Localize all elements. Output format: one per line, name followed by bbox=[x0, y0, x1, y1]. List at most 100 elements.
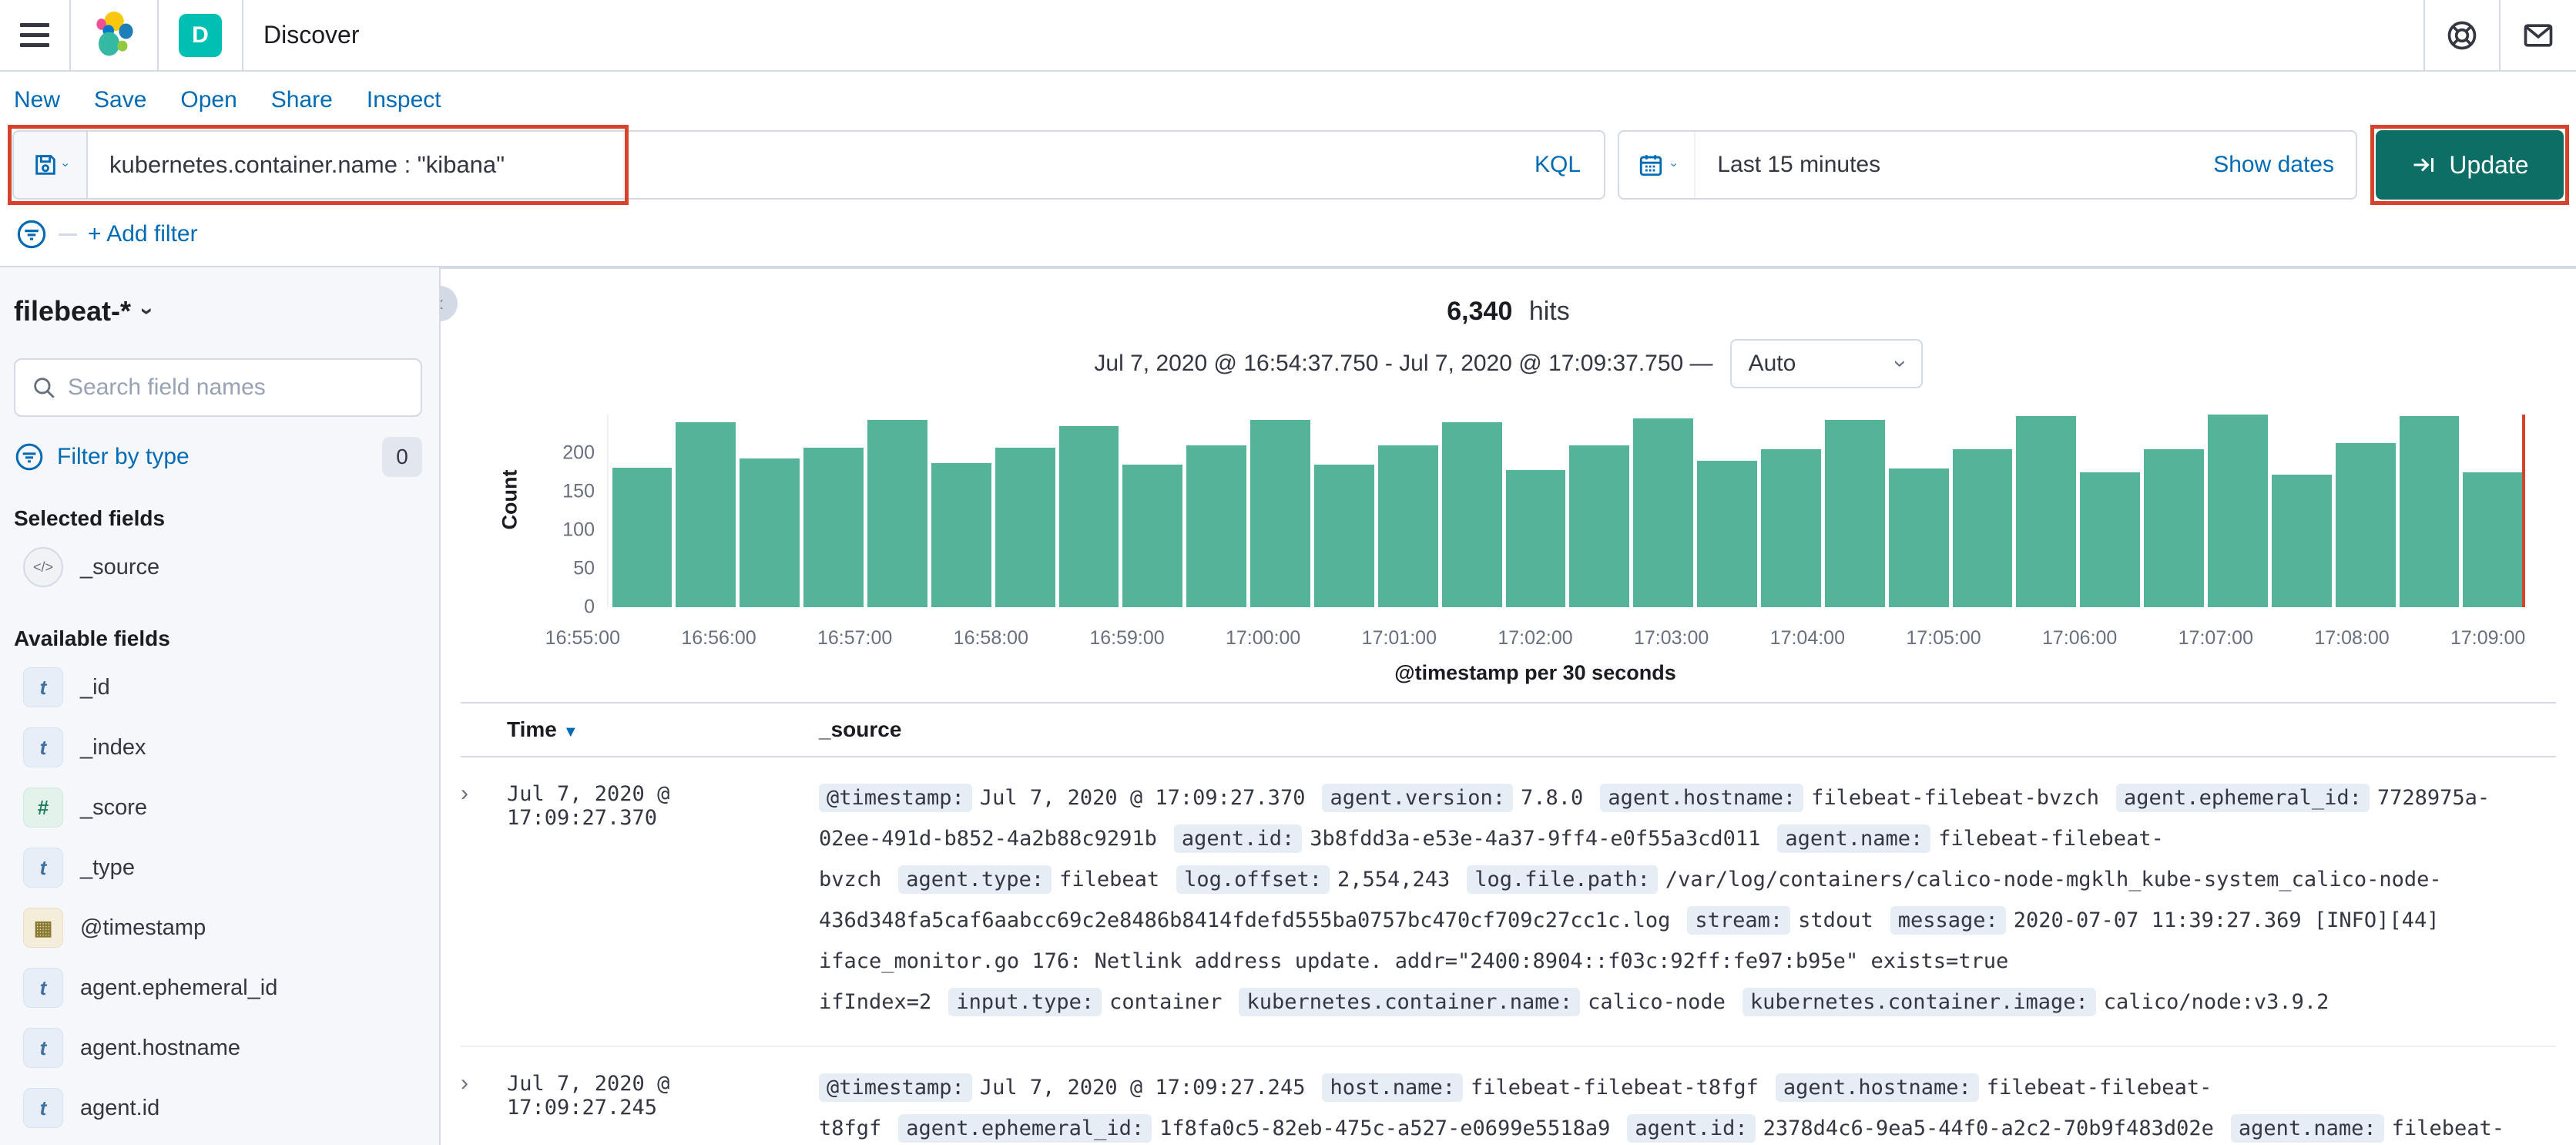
histogram-bar[interactable] bbox=[2016, 416, 2077, 607]
show-dates-button[interactable]: Show dates bbox=[2192, 152, 2356, 178]
field-pill[interactable]: agent.hostname: bbox=[1775, 1073, 1979, 1102]
field-pill[interactable]: stream: bbox=[1687, 906, 1791, 935]
field-pill[interactable]: agent.name: bbox=[2230, 1114, 2384, 1143]
histogram-bar[interactable] bbox=[1441, 422, 1502, 607]
filter-bar: + Add filter bbox=[12, 200, 2564, 252]
histogram-bar[interactable] bbox=[2399, 416, 2460, 607]
histogram-bar[interactable] bbox=[1760, 449, 1821, 607]
histogram-bar[interactable] bbox=[1186, 445, 1247, 607]
histogram-bar[interactable] bbox=[676, 422, 736, 607]
field-name: _id bbox=[80, 674, 110, 700]
histogram-bar[interactable] bbox=[1633, 418, 1694, 607]
filter-by-type-button[interactable]: Filter by type bbox=[57, 444, 370, 470]
date-picker-calendar-button[interactable]: › bbox=[1619, 132, 1696, 198]
histogram-bar[interactable] bbox=[1058, 426, 1119, 607]
field-pill[interactable]: agent.type: bbox=[898, 865, 1052, 894]
expand-row-icon[interactable]: › bbox=[461, 1067, 507, 1096]
histogram-bar[interactable] bbox=[1888, 468, 1949, 607]
field-pill[interactable]: agent.id: bbox=[1173, 824, 1303, 853]
histogram-bar[interactable] bbox=[1569, 445, 1630, 607]
field-item-_index[interactable]: t _index bbox=[14, 717, 422, 777]
add-filter-button[interactable]: + Add filter bbox=[88, 221, 198, 247]
field-item-@timestamp[interactable]: ▦ @timestamp bbox=[14, 898, 422, 958]
field-pill[interactable]: @timestamp: bbox=[819, 784, 972, 812]
histogram-plot[interactable] bbox=[607, 415, 2525, 607]
app-badge[interactable]: D bbox=[179, 13, 222, 57]
field-pill[interactable]: @timestamp: bbox=[819, 1073, 972, 1102]
histogram-bar[interactable] bbox=[612, 468, 673, 607]
histogram-bar[interactable] bbox=[2080, 472, 2141, 607]
index-pattern-selector[interactable]: filebeat-* › bbox=[14, 295, 422, 327]
nav-open[interactable]: Open bbox=[180, 87, 236, 113]
newsfeed-button[interactable] bbox=[2501, 0, 2576, 70]
field-pill[interactable]: agent.name: bbox=[1777, 824, 1931, 853]
histogram-bar[interactable] bbox=[867, 420, 927, 607]
y-tick-label: 50 bbox=[573, 557, 595, 579]
update-button[interactable]: Update bbox=[2376, 130, 2564, 200]
histogram-bar[interactable] bbox=[2271, 475, 2332, 607]
x-tick-label: 17:02:00 bbox=[1498, 627, 1573, 649]
histogram-bar[interactable] bbox=[1122, 465, 1183, 607]
collapse-sidebar-button[interactable]: ‹ bbox=[441, 286, 458, 321]
field-pill[interactable]: kubernetes.container.name: bbox=[1239, 988, 1581, 1016]
histogram-bar[interactable] bbox=[2207, 415, 2268, 607]
histogram-bar[interactable] bbox=[2144, 449, 2204, 607]
field-item-agent.ephemeral_id[interactable]: t agent.ephemeral_id bbox=[14, 958, 422, 1018]
field-search-input[interactable] bbox=[68, 374, 405, 401]
nav-inspect[interactable]: Inspect bbox=[367, 87, 441, 113]
field-pill[interactable]: agent.ephemeral_id: bbox=[898, 1114, 1152, 1143]
refresh-icon bbox=[2413, 158, 2434, 172]
field-pill[interactable]: agent.id: bbox=[1627, 1114, 1756, 1143]
elastic-logo[interactable] bbox=[71, 0, 157, 70]
histogram-bar[interactable] bbox=[740, 458, 800, 607]
time-column-header[interactable]: Time bbox=[507, 717, 557, 742]
histogram-bar[interactable] bbox=[803, 448, 864, 607]
expand-row-icon[interactable]: › bbox=[461, 777, 507, 807]
field-pill[interactable]: host.name: bbox=[1322, 1073, 1464, 1102]
field-pill[interactable]: agent.version: bbox=[1322, 784, 1514, 812]
histogram-bar[interactable] bbox=[1697, 461, 1757, 607]
field-item-agent.hostname[interactable]: t agent.hostname bbox=[14, 1018, 422, 1078]
sort-desc-icon[interactable]: ▼ bbox=[563, 724, 579, 741]
field-pill[interactable]: kubernetes.container.image: bbox=[1742, 988, 2096, 1016]
query-input[interactable] bbox=[88, 151, 1511, 179]
histogram-bar[interactable] bbox=[1824, 420, 1885, 607]
nav-save[interactable]: Save bbox=[94, 87, 146, 113]
filter-icon[interactable] bbox=[15, 218, 48, 250]
histogram-bar[interactable] bbox=[1505, 470, 1566, 607]
histogram-bar[interactable] bbox=[931, 463, 991, 607]
field-item-agent.id[interactable]: t agent.id bbox=[14, 1078, 422, 1138]
nav-share[interactable]: Share bbox=[271, 87, 333, 113]
interval-select[interactable]: Auto › bbox=[1729, 339, 1923, 388]
histogram-bar[interactable] bbox=[1313, 465, 1374, 607]
field-value: filebeat-filebeat-bvzch bbox=[1811, 786, 2100, 810]
field-item-agent.name[interactable]: tagent.name bbox=[14, 1138, 422, 1145]
help-button[interactable] bbox=[2425, 0, 2499, 70]
field-item-_score[interactable]: # _score bbox=[14, 777, 422, 838]
histogram-bar[interactable] bbox=[2463, 472, 2524, 607]
field-pill[interactable]: message: bbox=[1890, 906, 2006, 935]
menu-icon[interactable] bbox=[20, 23, 49, 47]
histogram-bar[interactable] bbox=[1377, 445, 1438, 607]
field-pill[interactable]: agent.hostname: bbox=[1600, 784, 1804, 812]
histogram-bar[interactable] bbox=[1952, 449, 2013, 607]
nav-new[interactable]: New bbox=[14, 87, 60, 113]
field-pill[interactable]: log.file.path: bbox=[1467, 865, 1658, 894]
x-tick-label: 16:55:00 bbox=[545, 627, 620, 649]
histogram-bar[interactable] bbox=[2335, 443, 2396, 607]
x-tick-label: 17:04:00 bbox=[1769, 627, 1845, 649]
field-item-_id[interactable]: t _id bbox=[14, 657, 422, 717]
field-item-_type[interactable]: t _type bbox=[14, 838, 422, 898]
time-range-value[interactable]: Last 15 minutes bbox=[1696, 152, 2192, 178]
field-name: agent.hostname bbox=[80, 1035, 240, 1060]
query-language-button[interactable]: KQL bbox=[1511, 152, 1604, 178]
field-item-_source[interactable]: </> _source bbox=[14, 537, 422, 597]
field-pill[interactable]: log.offset: bbox=[1176, 865, 1330, 894]
field-pill[interactable]: input.type: bbox=[948, 988, 1102, 1016]
histogram-bar[interactable] bbox=[995, 448, 1055, 607]
histogram-bar[interactable] bbox=[1250, 420, 1310, 607]
saved-query-menu-button[interactable]: › bbox=[12, 130, 86, 200]
fields-sidebar: filebeat-* › Filter by type 0 Selected f… bbox=[0, 267, 439, 1145]
field-pill[interactable]: agent.ephemeral_id: bbox=[2116, 784, 2370, 812]
field-name: _source bbox=[80, 554, 160, 579]
